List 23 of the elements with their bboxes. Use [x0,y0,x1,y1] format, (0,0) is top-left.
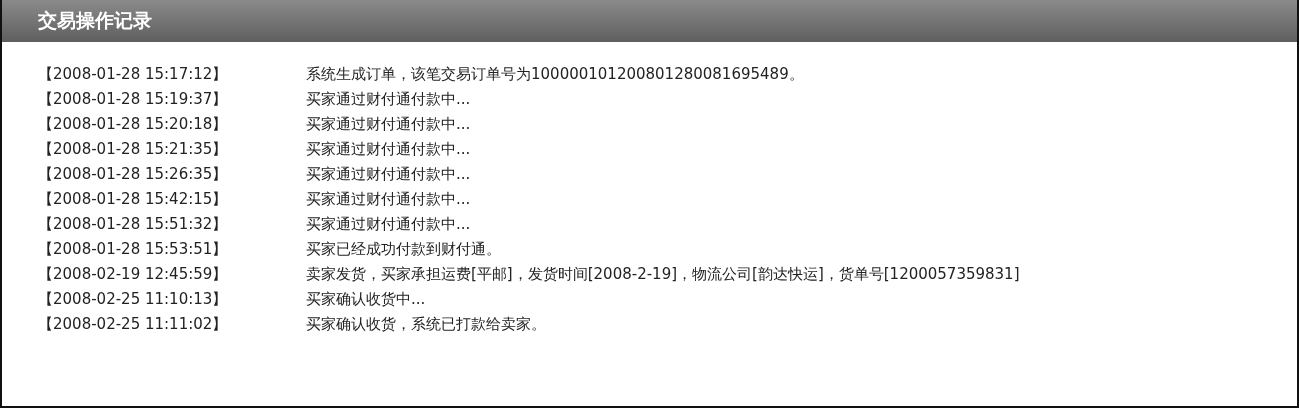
record-message: 买家已经成功付款到财付通。 [306,240,501,259]
record-time: 【2008-01-28 15:17:12】 [38,65,229,84]
record-time: 【2008-02-25 11:11:02】 [38,315,229,334]
record-message: 买家通过财付通付款中... [306,165,471,184]
record-time: 【2008-01-28 15:26:35】 [38,165,229,184]
panel-title: 交易操作记录 [38,8,152,33]
record-time: 【2008-02-19 12:45:59】 [38,265,229,284]
record-message: 买家确认收货，系统已打款给卖家。 [306,315,546,334]
record-message: 买家通过财付通付款中... [306,90,471,109]
record-message: 买家通过财付通付款中... [306,140,471,159]
record-message: 买家通过财付通付款中... [306,115,471,134]
record-time: 【2008-02-25 11:10:13】 [38,290,229,309]
record-time: 【2008-01-28 15:51:32】 [38,215,229,234]
record-message: 买家通过财付通付款中... [306,215,471,234]
record-message: 卖家发货，买家承担运费[平邮]，发货时间[2008-2-19]，物流公司[韵达快运]，货单号[1200057359831] [306,265,1020,284]
record-time: 【2008-01-28 15:20:18】 [38,115,229,134]
record-message: 系统生成订单，该笔交易订单号为100000101200801280081695489。 [306,65,804,84]
record-message: 买家通过财付通付款中... [306,190,471,209]
record-time: 【2008-01-28 15:19:37】 [38,90,229,109]
record-time: 【2008-01-28 15:21:35】 [38,140,229,159]
record-message: 买家确认收货中... [306,290,426,309]
record-time: 【2008-01-28 15:42:15】 [38,190,229,209]
record-time: 【2008-01-28 15:53:51】 [38,240,229,259]
